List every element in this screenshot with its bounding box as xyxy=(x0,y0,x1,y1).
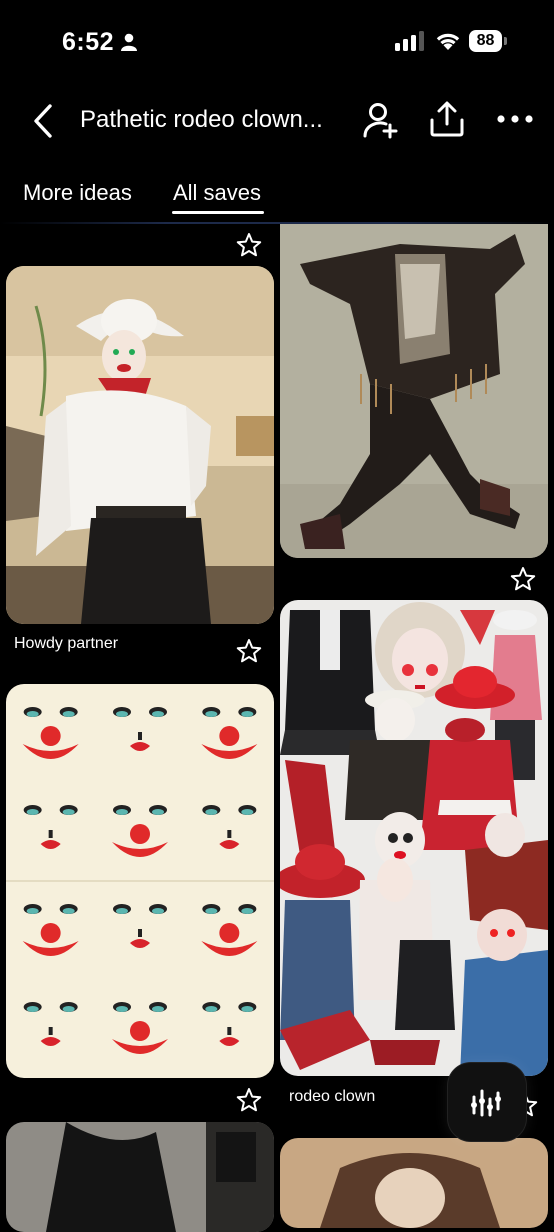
battery-indicator: 88 xyxy=(469,30,507,52)
tab-more-ideas[interactable]: More ideas xyxy=(23,180,132,206)
status-bar: 6:52 88 xyxy=(0,0,554,84)
signal-icon xyxy=(395,31,424,51)
pin-image-rodeo-clown-collage[interactable] xyxy=(280,600,548,1076)
sliders-icon xyxy=(471,1089,501,1117)
chevron-left-icon[interactable] xyxy=(30,103,56,139)
pin-image-dark[interactable] xyxy=(6,1122,274,1232)
tab-all-saves[interactable]: All saves xyxy=(173,180,261,206)
pin-image-clown-faces[interactable] xyxy=(6,684,274,1078)
share-upload-icon[interactable] xyxy=(428,100,466,138)
board-title: Pathetic rodeo clown... xyxy=(80,106,323,133)
pin-image-sepia[interactable] xyxy=(280,1138,548,1228)
sliders-button[interactable] xyxy=(447,1062,527,1142)
battery-level: 88 xyxy=(469,30,502,52)
star-icon[interactable] xyxy=(236,638,262,664)
star-icon[interactable] xyxy=(236,1087,262,1113)
battery-cap xyxy=(504,37,507,45)
pin-image-fringe-jacket[interactable] xyxy=(280,224,548,558)
add-person-icon[interactable] xyxy=(362,101,400,139)
status-time: 6:52 xyxy=(62,28,115,56)
pin-caption[interactable]: rodeo clown xyxy=(289,1088,375,1106)
person-icon xyxy=(121,33,137,51)
star-icon[interactable] xyxy=(236,232,262,258)
wifi-icon xyxy=(436,33,460,50)
tab-active-indicator xyxy=(172,211,264,214)
pin-image-howdy-partner[interactable] xyxy=(6,266,274,624)
pin-caption[interactable]: Howdy partner xyxy=(14,635,118,653)
ellipsis-icon[interactable] xyxy=(496,108,534,130)
star-icon[interactable] xyxy=(510,566,536,592)
